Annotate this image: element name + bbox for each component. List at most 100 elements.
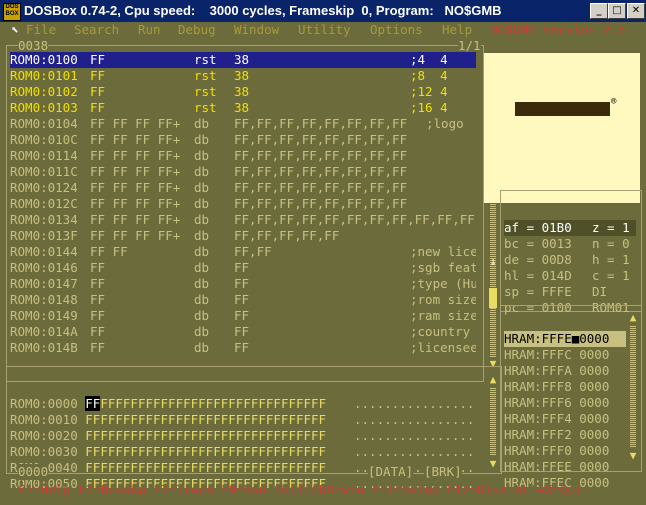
menu-run[interactable]: Run <box>138 22 161 38</box>
disasm-bytes: FF FF FF FF+ <box>90 180 181 195</box>
stack-scrollbar[interactable]: ▲ ▼ <box>628 312 638 462</box>
menu-utility[interactable]: Utility <box>298 22 351 38</box>
disasm-bytes: FF FF FF FF+ <box>90 148 181 163</box>
disasm-address: ROM0:0147 <box>10 276 78 291</box>
stack-scroll-up-arrow-icon[interactable]: ▲ <box>628 312 638 324</box>
memory-scroll-down-arrow-icon[interactable]: ▼ <box>488 458 498 470</box>
disasm-comment: ;16 4 <box>410 100 448 115</box>
register-row[interactable]: af = 01B0 z = 1 <box>504 220 636 236</box>
disasm-comment: ;12 4 <box>410 84 448 99</box>
stack-row[interactable]: HRAM:FFFC 0000 <box>504 347 626 363</box>
minimize-button[interactable]: _ <box>590 3 608 19</box>
disasm-opcode: rst <box>194 84 217 99</box>
disasm-comment: ;4 4 <box>410 52 448 67</box>
registers-panel[interactable]: af = 01B0 z = 1 bc = 0013 n = 0 de = 00D8 h =… <box>504 197 638 315</box>
disasm-operands: 38 <box>234 52 250 67</box>
stack-row[interactable]: HRAM:FFEE 0000 <box>504 459 626 475</box>
register-row[interactable]: de = 00D8 h = 1 <box>504 252 636 268</box>
disasm-opcode: db <box>194 164 210 179</box>
disasm-row[interactable]: ROM0:014B FF db FF ;licensee (ljn) <box>10 340 476 356</box>
memory-scroll-track[interactable] <box>490 388 496 456</box>
disasm-opcode: db <box>194 292 210 307</box>
memory-dump[interactable]: ROM0:0000 FFFFFFFFFFFFFFFFFFFFFFFFFFFFFF… <box>10 372 490 491</box>
disasm-address: ROM0:0146 <box>10 260 78 275</box>
disasm-row[interactable]: ROM0:0134 FF FF FF FF+ db FF,FF,FF,FF,FF,FF… <box>10 212 476 228</box>
disasm-opcode: db <box>194 196 210 211</box>
maximize-button[interactable]: □ <box>608 3 626 19</box>
menu-debug[interactable]: Debug <box>178 22 216 38</box>
register-row[interactable]: hl = 014D c = 1 <box>504 268 636 284</box>
menu-window[interactable]: Window <box>234 22 279 38</box>
disasm-address: ROM0:014B <box>10 340 78 355</box>
disasm-row[interactable]: ROM0:013F FF FF FF FF+ db FF,FF,FF,FF,FF <box>10 228 476 244</box>
disasm-row[interactable]: ROM0:011C FF FF FF FF+ db FF,FF,FF,FF,FF,FF… <box>10 164 476 180</box>
disasm-row[interactable]: ROM0:0146 FF db FF ;sgb features (?) <box>10 260 476 276</box>
stack-row[interactable]: HRAM:FFFA 0000 <box>504 363 626 379</box>
disasm-bytes: FF FF FF FF+ <box>90 116 181 131</box>
disassembly-view[interactable]: ROM0:0100 FF rst 38 ;4 4 ROM0:0101 FF rst 38 ;8 4… <box>10 52 476 372</box>
disasm-operands: FF,FF,FF,FF,FF,FF,FF,FF <box>234 132 408 147</box>
memory-row[interactable]: ROM0:0040 FFFFFFFFFFFFFFFFFFFFFFFFFFFFFF… <box>10 460 474 476</box>
disasm-opcode: db <box>194 244 210 259</box>
disasm-row[interactable]: ROM0:0114 FF FF FF FF+ db FF,FF,FF,FF,FF,FF… <box>10 148 476 164</box>
disasm-row[interactable]: ROM0:0101 FF rst 38 ;8 4 <box>10 68 476 84</box>
stack-row[interactable]: HRAM:FFF4 0000 <box>504 411 626 427</box>
memory-address: ROM0:0020 <box>10 428 78 443</box>
menu-options[interactable]: Options <box>370 22 423 38</box>
disasm-address: ROM0:010C <box>10 132 78 147</box>
memory-row[interactable]: ROM0:0010 FFFFFFFFFFFFFFFFFFFFFFFFFFFFFF… <box>10 412 474 428</box>
disasm-address: ROM0:0124 <box>10 180 78 195</box>
stack-row[interactable]: HRAM:FFFE■0000 <box>504 331 626 347</box>
register-value: sp = FFFE <box>504 284 572 299</box>
menu-help[interactable]: Help <box>442 22 472 38</box>
disasm-row[interactable]: ROM0:0149 FF db FF ;ram size (?) <box>10 308 476 324</box>
disasm-row[interactable]: ROM0:0148 FF db FF ;rom size (?) <box>10 292 476 308</box>
disasm-comment: ;new licensee (?) <box>410 244 476 259</box>
memory-cursor-byte[interactable]: FF <box>85 396 101 411</box>
disasm-row-current[interactable]: ROM0:0100 FF rst 38 ;4 4 <box>10 52 476 68</box>
disasm-bytes: FF <box>90 52 106 67</box>
stack-row[interactable]: HRAM:FFF2 0000 <box>504 427 626 443</box>
close-button[interactable]: ✕ <box>627 3 645 19</box>
disasm-row[interactable]: ROM0:0124 FF FF FF FF+ db FF,FF,FF,FF,FF,FF… <box>10 180 476 196</box>
memory-row[interactable]: ROM0:0020 FFFFFFFFFFFFFFFFFFFFFFFFFFFFFF… <box>10 428 474 444</box>
disasm-operands: FF,FF,FF,FF,FF,FF,FF,FF <box>234 180 408 195</box>
stack-row[interactable]: HRAM:FFF8 0000 <box>504 379 626 395</box>
disasm-row[interactable]: ROM0:0144 FF FF db FF,FF ;new licensee (?) <box>10 244 476 260</box>
disasm-comment: ;country code (?) <box>410 324 471 339</box>
disasm-row[interactable]: ROM0:010C FF FF FF FF+ db FF,FF,FF,FF,FF,FF… <box>10 132 476 148</box>
dosbox-app-icon[interactable]: DOS BOX <box>3 3 21 21</box>
memory-hex-bytes: FFFFFFFFFFFFFFFFFFFFFFFFFFFFFFFF <box>85 444 327 459</box>
disasm-bytes: FF FF FF FF+ <box>90 196 181 211</box>
memory-scrollbar[interactable]: ▲ ▼ <box>488 374 498 470</box>
disasm-comment: ;ram size (?) <box>410 308 476 323</box>
memory-row[interactable]: ROM0:0030 FFFFFFFFFFFFFFFFFFFFFFFFFFFFFF… <box>10 444 474 460</box>
disasm-opcode: db <box>194 340 210 355</box>
disasm-address: ROM0:011C <box>10 164 78 179</box>
disasm-row[interactable]: ROM0:0147 FF db FF ;type (HuC1+RAM+Battery) <box>10 276 476 292</box>
menu-search[interactable]: Search <box>74 22 119 38</box>
disasm-row[interactable]: ROM0:0102 FF rst 38 ;12 4 <box>10 84 476 100</box>
disasm-comment: ;type (HuC1+RAM+Battery) <box>410 276 476 291</box>
scroll-thumb-secondary[interactable] <box>489 288 497 308</box>
memory-scroll-up-arrow-icon[interactable]: ▲ <box>488 374 498 386</box>
menu-file[interactable]: File <box>26 22 56 38</box>
window-title: DOSBox 0.74-2, Cpu speed: 3000 cycles, F… <box>24 3 502 18</box>
data-label[interactable]: [DATA] <box>368 464 414 480</box>
disasm-row[interactable]: ROM0:0104 FF FF FF FF+ db FF,FF,FF,FF,FF,FF… <box>10 116 476 132</box>
disasm-operands: FF,FF <box>234 244 272 259</box>
disasm-row[interactable]: ROM0:014A FF db FF ;country code (?) <box>10 324 476 340</box>
memory-address: ROM0:0000 <box>10 396 78 411</box>
stack-scroll-track[interactable] <box>630 326 636 448</box>
disasm-row[interactable]: ROM0:0103 FF rst 38 ;16 4 <box>10 100 476 116</box>
disasm-row[interactable]: ROM0:012C FF FF FF FF+ db FF,FF,FF,FF,FF,FF… <box>10 196 476 212</box>
register-row[interactable]: bc = 0013 n = 0 <box>504 236 636 252</box>
register-row[interactable]: sp = FFFE DI <box>504 284 636 300</box>
disasm-operands: FF <box>234 340 250 355</box>
stack-row[interactable]: HRAM:FFF6 0000 <box>504 395 626 411</box>
disasm-bytes: FF <box>90 324 106 339</box>
stack-scroll-down-arrow-icon[interactable]: ▼ <box>628 450 638 462</box>
memory-row[interactable]: ROM0:0000 FFFFFFFFFFFFFFFFFFFFFFFFFFFFFF… <box>10 396 474 412</box>
stack-row[interactable]: HRAM:FFF0 0000 <box>504 443 626 459</box>
brk-label[interactable]: [BRK] <box>424 464 462 480</box>
